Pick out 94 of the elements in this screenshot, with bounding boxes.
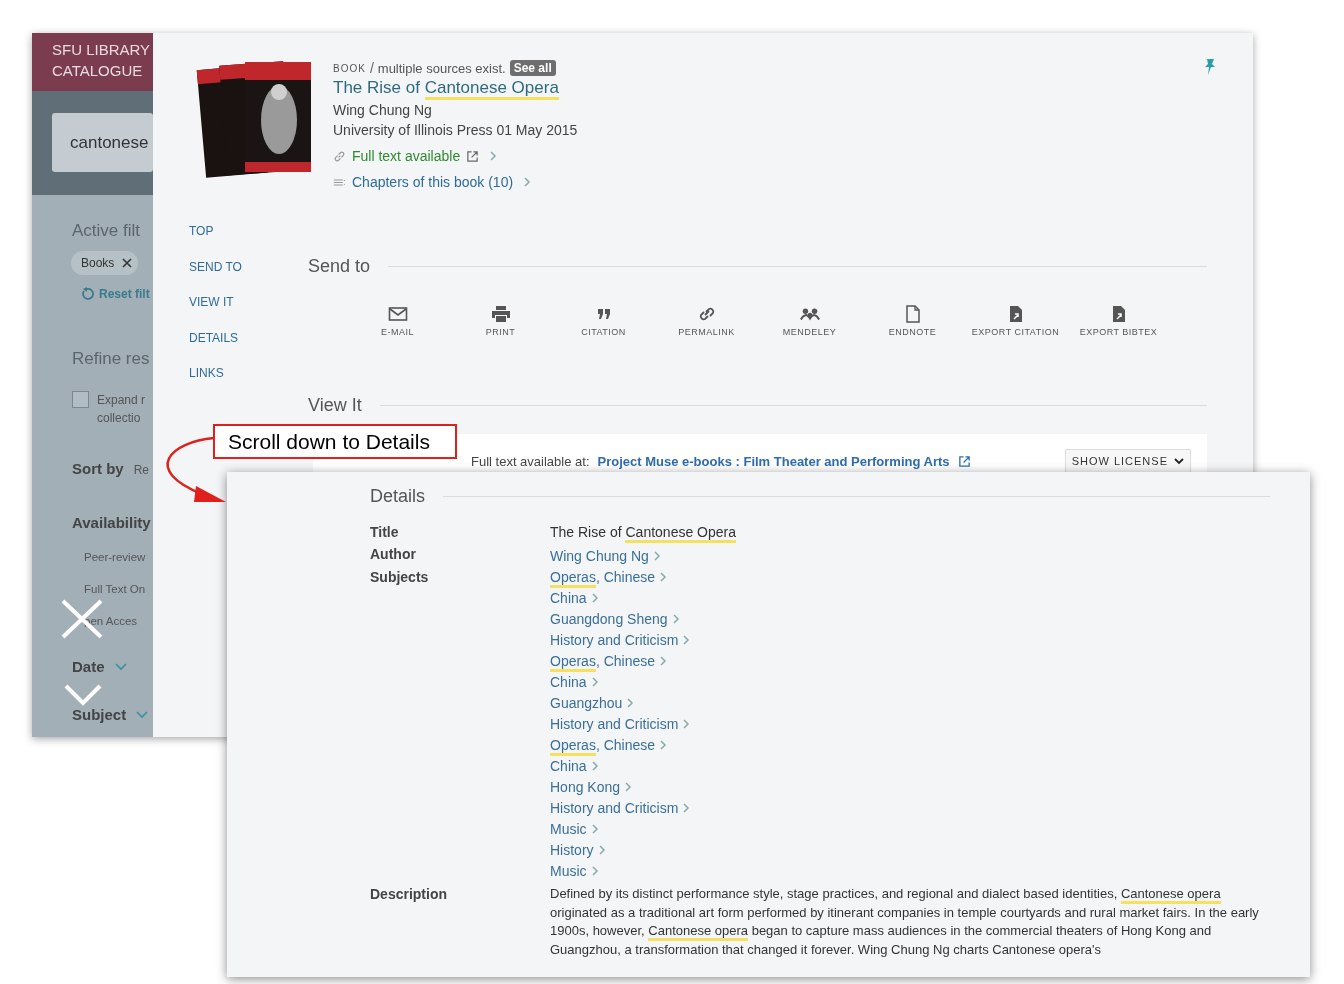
field-label: Author: [370, 545, 417, 564]
chevron-right-icon: [590, 591, 599, 604]
section-nav-link[interactable]: TOP: [189, 224, 308, 260]
facet-heading[interactable]: Date: [72, 658, 105, 675]
record-title[interactable]: The Rise of Cantonese Opera: [333, 78, 578, 98]
send-to-action[interactable]: PERMALINK: [655, 305, 758, 337]
chevron-right-icon: [523, 176, 532, 188]
description-text: Defined by its distinct performance style, stage practices, and regional and dialect based identities, Cantonese opera originated as a traditional art form performed by itinerant companies in temple courtyards and rural market fairs. In the early 1900s, however, Cantonese opera began to capture mass audiences in the commercial theaters of Hong Kong and Guangzhou, a transformation that changed it forever. Wing Chung Ng charts Cantonese opera's: [550, 885, 1260, 959]
chevron-right-icon: [652, 549, 661, 562]
chevron-right-icon: [597, 843, 606, 856]
close-icon[interactable]: [122, 258, 133, 268]
envelope-icon: [387, 305, 408, 323]
link-icon: [333, 149, 346, 163]
chevron-down-icon[interactable]: [114, 662, 127, 671]
subject-link[interactable]: Operas, Chinese: [550, 568, 656, 585]
active-filters-heading: Active filt: [72, 221, 142, 241]
chevron-right-icon: [682, 717, 691, 730]
record-author: Wing Chung Ng: [333, 102, 433, 118]
see-all-button[interactable]: See all: [509, 60, 556, 76]
reset-icon: [80, 287, 94, 301]
subject-link[interactable]: History and Criticism: [550, 799, 679, 816]
chevron-right-icon: [590, 822, 599, 835]
callout-label: Scroll down to Details: [213, 424, 457, 459]
subject-link[interactable]: Guangzhou: [550, 694, 623, 711]
chevron-right-icon: [624, 780, 633, 793]
subject-link[interactable]: Operas, Chinese: [550, 736, 656, 753]
refine-heading: Refine res: [72, 349, 151, 369]
section-heading: View It: [308, 395, 362, 416]
subject-link[interactable]: China: [550, 757, 587, 774]
send-to-action[interactable]: CITATION: [552, 305, 655, 337]
send-to-action[interactable]: ENDNOTE: [861, 305, 964, 337]
chevron-right-icon: [590, 675, 599, 688]
external-link-icon: [466, 149, 480, 163]
chevron-right-icon: [671, 612, 680, 625]
subject-link[interactable]: Guangdong Sheng: [550, 610, 668, 627]
source-link[interactable]: Project Muse e-books : Film Theater and Performing Arts: [597, 453, 950, 469]
checkbox[interactable]: [72, 391, 89, 408]
subject-link[interactable]: History and Criticism: [550, 631, 679, 648]
send-to-action[interactable]: E-MAIL: [346, 305, 449, 337]
section-heading: Details: [370, 486, 426, 507]
field-value: The Rise of Cantonese Opera: [550, 523, 736, 541]
chevron-right-icon: [659, 570, 668, 583]
sort-label: Sort by: [72, 460, 124, 477]
author-link[interactable]: Wing Chung Ng: [550, 547, 649, 564]
chapters-link[interactable]: Chapters of this book (10): [352, 174, 514, 190]
availability-option[interactable]: Peer-review: [84, 551, 153, 563]
chevron-down-icon[interactable]: [136, 710, 149, 719]
send-to-action[interactable]: MENDELEY: [758, 305, 861, 337]
send-to-action[interactable]: EXPORT BIBTEX: [1067, 305, 1170, 337]
subject-link[interactable]: History: [550, 841, 594, 858]
full-text-link[interactable]: Full text available: [352, 148, 461, 164]
subject-link[interactable]: Music: [550, 820, 587, 837]
subject-link[interactable]: China: [550, 589, 587, 606]
subject-link[interactable]: Music: [550, 862, 587, 879]
field-label: Description: [370, 885, 448, 904]
section-nav-link[interactable]: LINKS: [189, 366, 308, 402]
available-at-label: Full text available at:: [471, 453, 590, 469]
filter-chip[interactable]: Books: [71, 251, 139, 275]
send-to-action[interactable]: PRINT: [449, 305, 552, 337]
subject-link[interactable]: History and Criticism: [550, 715, 679, 732]
section-nav-link[interactable]: VIEW IT: [189, 295, 308, 331]
expand-option-label: Expand r collectio: [97, 392, 146, 427]
record-publisher: University of Illinois Press 01 May 2015: [333, 122, 578, 138]
subject-link[interactable]: China: [550, 673, 587, 690]
sources-note: multiple sources exist.: [377, 60, 506, 76]
show-license-button[interactable]: SHOW LICENSE: [1064, 449, 1191, 473]
external-link-icon: [957, 454, 971, 468]
search-field[interactable]: cantonese: [52, 113, 153, 172]
availability-heading: Availability: [72, 514, 152, 531]
library-logo[interactable]: SFU LIBRARY CATALOGUE: [32, 33, 153, 91]
resource-type: BOOK: [333, 62, 366, 74]
chevron-right-icon: [626, 696, 635, 709]
chevron-right-icon: [682, 801, 691, 814]
section-nav-link[interactable]: DETAILS: [189, 330, 308, 366]
facet-heading[interactable]: Subject: [72, 706, 127, 723]
pin-icon[interactable]: [1203, 58, 1217, 76]
chevron-right-icon: [682, 633, 691, 646]
print-icon: [490, 305, 511, 323]
subject-link[interactable]: Operas, Chinese: [550, 652, 656, 669]
chevron-right-icon: [659, 738, 668, 751]
separator: /: [369, 60, 374, 76]
section-nav-link[interactable]: SEND TO: [189, 259, 308, 295]
chevron-right-icon: [590, 864, 599, 877]
field-label: Title: [370, 523, 400, 541]
section-heading: Send to: [308, 256, 371, 277]
send-to-action[interactable]: EXPORT CITATION: [964, 305, 1067, 337]
availability-option[interactable]: Full Text On: [84, 583, 153, 595]
subject-link[interactable]: Hong Kong: [550, 778, 621, 795]
chevron-down-icon: [1174, 457, 1184, 465]
field-label: Subjects: [370, 568, 430, 587]
sort-dropdown[interactable]: Re: [133, 463, 150, 477]
chevron-right-icon: [489, 150, 498, 162]
chevron-right-icon: [590, 759, 599, 772]
chevron-right-icon: [659, 654, 668, 667]
